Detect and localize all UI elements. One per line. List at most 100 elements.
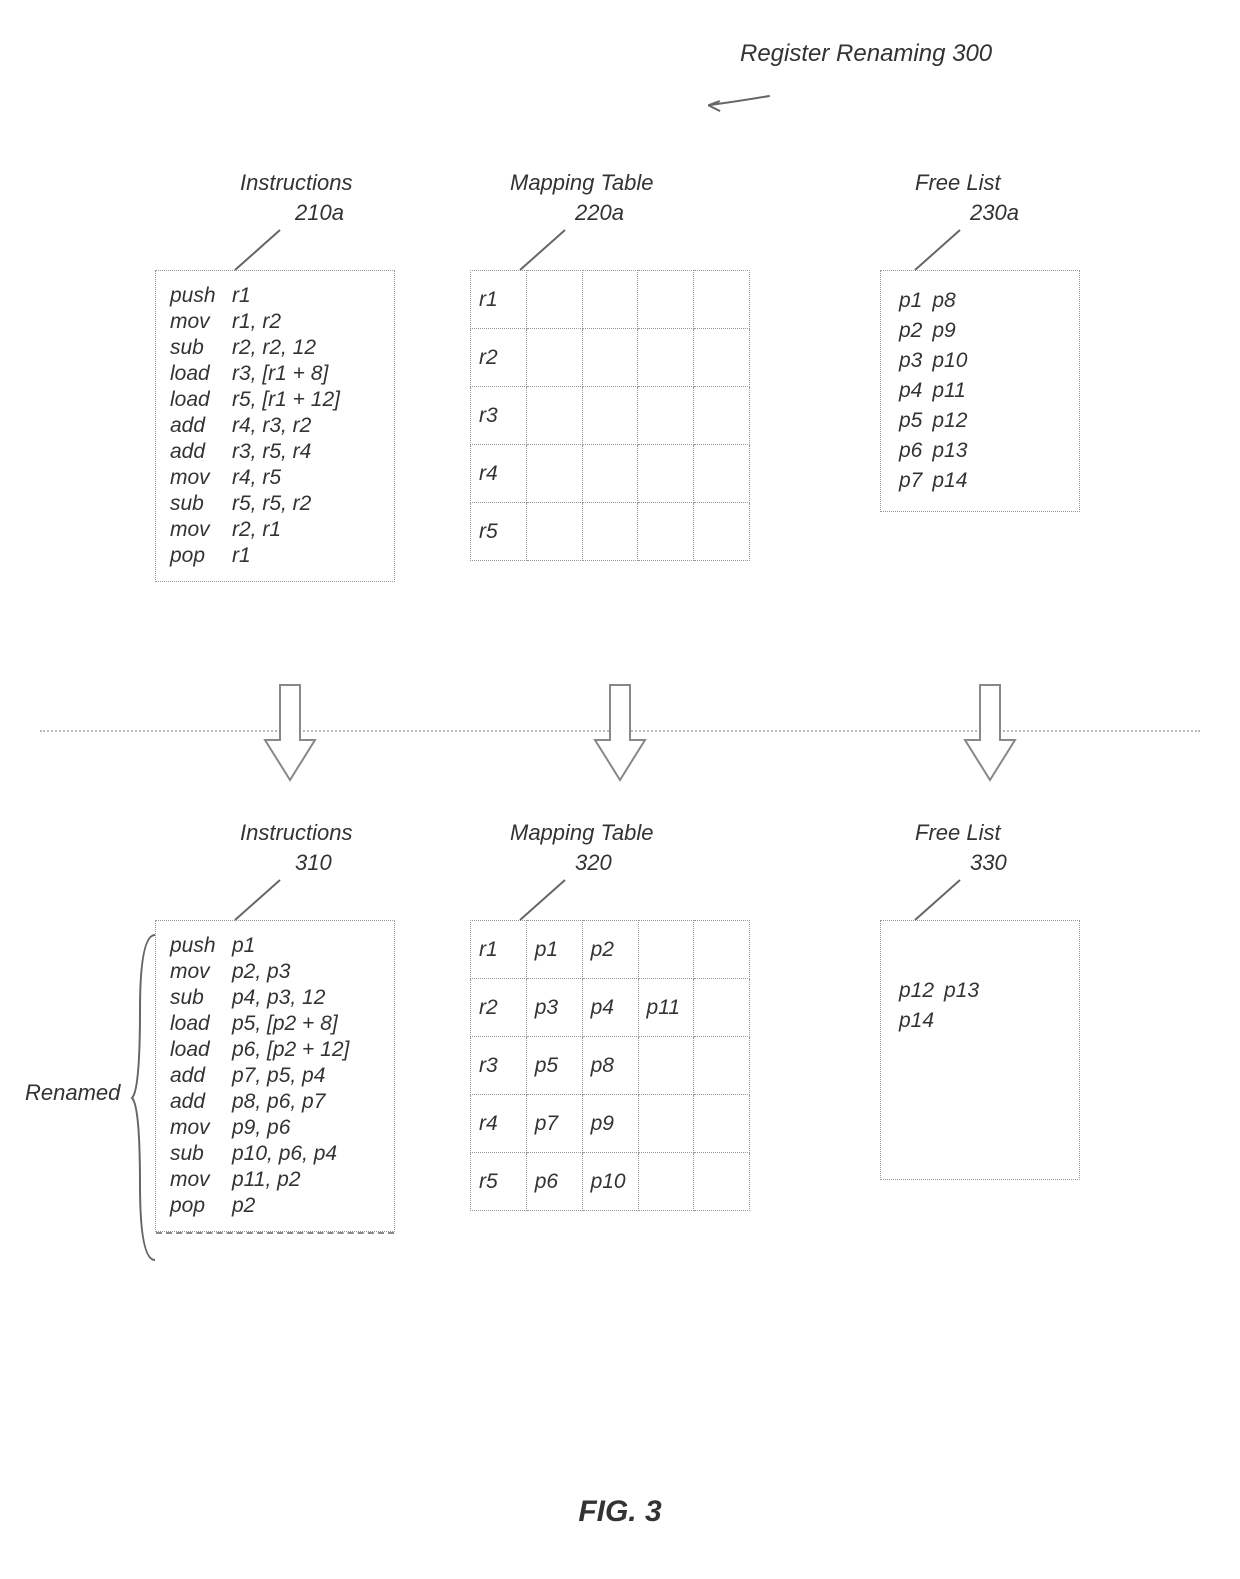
map-archreg: r1 [471, 271, 527, 329]
free-list-item: p8 [932, 287, 975, 315]
instr-args: r5, r5, r2 [232, 491, 340, 517]
label-freelist: Free List [915, 170, 1001, 196]
map-physreg: p2 [582, 921, 638, 979]
free-list-before: Free List 230a p1p8p2p9p3p10p4p11p5p12p6… [880, 200, 1080, 512]
map-physreg: p1 [526, 921, 582, 979]
map-physreg [694, 445, 750, 503]
map-physreg: p4 [582, 979, 638, 1037]
map-physreg [582, 445, 638, 503]
free-list-item: p10 [932, 347, 975, 375]
map-physreg [526, 503, 582, 561]
map-physreg: p6 [526, 1153, 582, 1211]
instructions-box: pushp1 mov p2, p3 sub p4, p3, 12loadp5, [p2 … [155, 920, 395, 1232]
map-archreg: r1 [471, 921, 527, 979]
leader-line-icon [470, 875, 590, 925]
free-list-item: p13 [944, 977, 987, 1005]
instr-op: pop [170, 1193, 232, 1219]
free-list-item: p4 [899, 377, 930, 405]
label-instructions: Instructions [240, 820, 353, 846]
ref-330: 330 [970, 850, 1007, 876]
leader-line-icon [880, 225, 980, 275]
label-mapping: Mapping Table [510, 820, 654, 846]
instr-args: r4, r3, r2 [232, 413, 340, 439]
free-list-item [944, 1007, 987, 1035]
map-physreg [526, 329, 582, 387]
map-archreg: r4 [471, 445, 527, 503]
map-physreg [526, 387, 582, 445]
instr-op: sub [170, 1141, 232, 1167]
instr-op: sub [170, 491, 232, 517]
instr-args: p6, [p2 + 12] [232, 1037, 349, 1063]
instr-args: p5, [p2 + 8] [232, 1011, 349, 1037]
instr-args: r2, r1 [232, 517, 340, 543]
instr-op: mov [170, 517, 232, 543]
instructions-box: pushr1movr1, r2subr2, r2, 12loadr3, [r1 … [155, 270, 395, 582]
label-mapping: Mapping Table [510, 170, 654, 196]
down-arrow-icon [590, 680, 650, 790]
instr-args: p4, p3, 12 [232, 985, 349, 1011]
down-arrow-icon [960, 680, 1020, 790]
instr-args: r3, r5, r4 [232, 439, 340, 465]
instr-op: mov [170, 1167, 232, 1193]
free-list-item: p3 [899, 347, 930, 375]
mapping-table-after: Mapping Table 320 r1p1p2r2p3p4p11r3p5p8r… [470, 850, 750, 1211]
map-physreg [694, 271, 750, 329]
ref-310: 310 [295, 850, 332, 876]
instr-op: push [170, 933, 232, 959]
map-physreg: p10 [582, 1153, 638, 1211]
figure-caption: FIG. 3 [0, 1495, 1240, 1529]
instr-op: load [170, 361, 232, 387]
instr-args: r1, r2 [232, 309, 340, 335]
instr-args: p9, p6 [232, 1115, 349, 1141]
free-list-item: p9 [932, 317, 975, 345]
instr-args: r1 [232, 543, 340, 569]
map-physreg [638, 1095, 694, 1153]
map-physreg [694, 1037, 750, 1095]
map-physreg [638, 1037, 694, 1095]
map-physreg [694, 1095, 750, 1153]
map-physreg [638, 503, 694, 561]
instr-args: p2 [232, 1193, 349, 1219]
instr-args: r2, r2, 12 [232, 335, 340, 361]
renamed-label: Renamed [25, 1080, 120, 1106]
instructions-before: Instructions 210a pushr1movr1, r2subr2, … [155, 200, 395, 582]
pointer-arrow-icon [689, 57, 781, 146]
free-list-item: p11 [932, 377, 975, 405]
map-archreg: r4 [471, 1095, 527, 1153]
leader-line-icon [470, 225, 590, 275]
brace-icon [130, 930, 160, 1270]
instr-op: pop [170, 543, 232, 569]
instr-args: p1 [232, 933, 349, 959]
leader-line-icon [880, 875, 980, 925]
map-physreg [694, 921, 750, 979]
leader-line-icon [155, 225, 305, 275]
instr-op: mov [170, 465, 232, 491]
map-physreg [638, 1153, 694, 1211]
free-list-box: p1p8p2p9p3p10p4p11p5p12p6p13p7p14 [880, 270, 1080, 512]
diagram-title: Register Renaming 300 [740, 40, 992, 68]
map-physreg [638, 271, 694, 329]
map-physreg [694, 503, 750, 561]
map-physreg [694, 387, 750, 445]
instr-op: load [170, 1037, 232, 1063]
map-physreg [638, 921, 694, 979]
free-list-box: p12p13p14 [880, 920, 1080, 1180]
instr-args: p2, p3 [232, 959, 349, 985]
ref-230a: 230a [970, 200, 1019, 226]
instr-args: r4, r5 [232, 465, 340, 491]
instr-op: sub [170, 335, 232, 361]
map-archreg: r5 [471, 1153, 527, 1211]
map-archreg: r5 [471, 503, 527, 561]
instr-args: r1 [232, 283, 340, 309]
instr-args: r3, [r1 + 8] [232, 361, 340, 387]
instr-op: add [170, 413, 232, 439]
instr-args: p10, p6, p4 [232, 1141, 349, 1167]
instr-op: add [170, 1089, 232, 1115]
map-physreg [694, 1153, 750, 1211]
instr-op: mov [170, 309, 232, 335]
down-arrow-icon [260, 680, 320, 790]
free-list-item: p6 [899, 437, 930, 465]
map-physreg: p5 [526, 1037, 582, 1095]
map-physreg [582, 387, 638, 445]
free-list-item: p14 [899, 1007, 942, 1035]
